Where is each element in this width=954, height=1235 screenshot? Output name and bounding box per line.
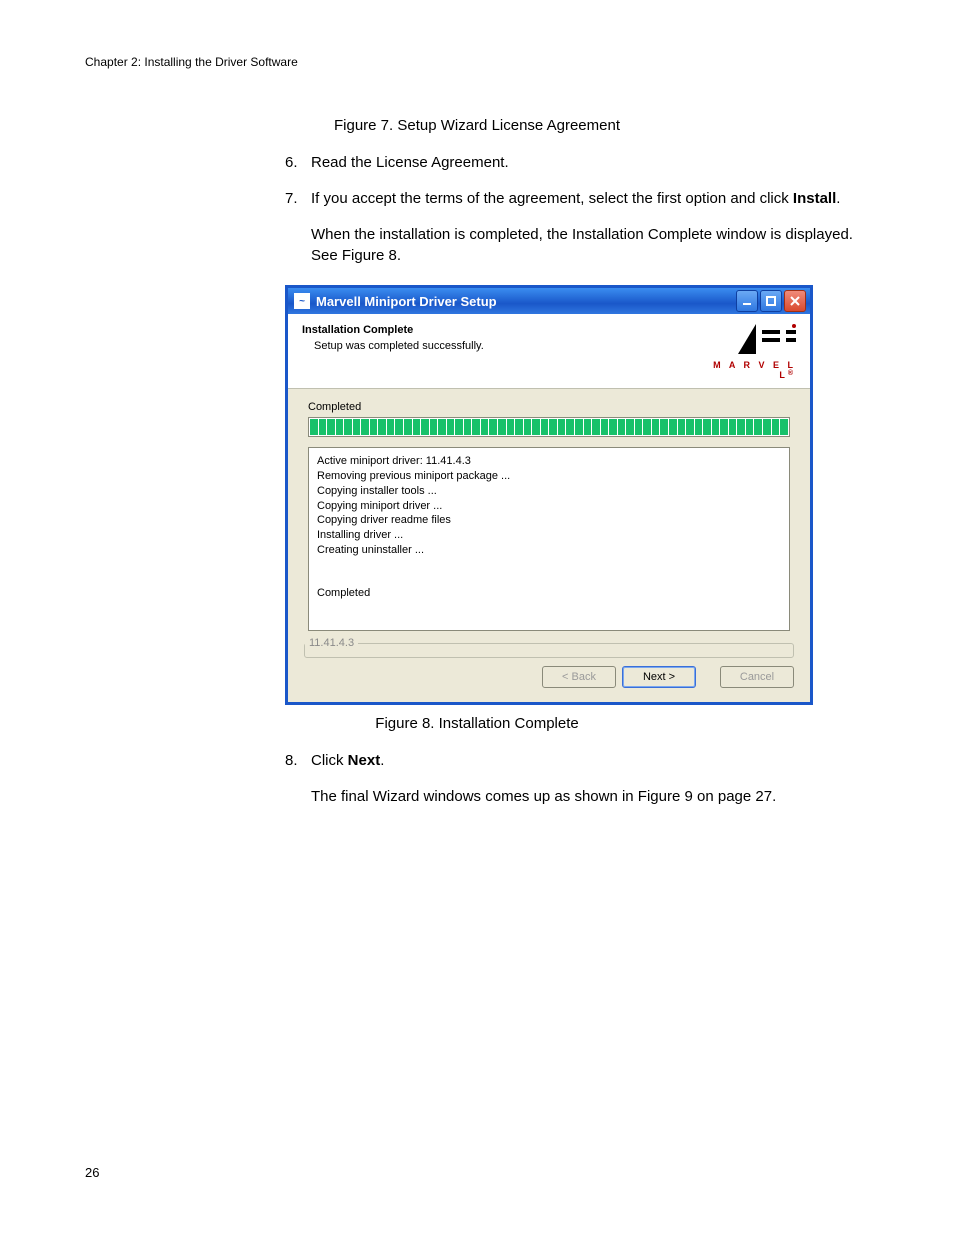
paragraph: The final Wizard windows comes up as sho…	[311, 786, 869, 808]
log-line: Active miniport driver: 11.41.4.3	[317, 454, 781, 469]
log-line: Completed	[317, 586, 781, 601]
version-label: 11.41.4.3	[305, 637, 358, 649]
figure8-caption: Figure 8. Installation Complete	[85, 715, 869, 732]
maximize-button[interactable]	[760, 290, 782, 312]
text: .	[836, 190, 840, 207]
text: If you accept the terms of the agreement…	[311, 190, 793, 207]
header-title: Installation Complete	[302, 324, 700, 336]
dialog-footer: 11.41.4.3 < Back Next > Cancel	[288, 635, 810, 702]
install-log: Active miniport driver: 11.41.4.3 Removi…	[308, 447, 790, 631]
titlebar: ~ Marvell Miniport Driver Setup	[288, 288, 810, 314]
text: Click	[311, 752, 348, 769]
bold-next: Next	[348, 752, 381, 769]
page-number: 26	[85, 1165, 99, 1180]
registered-icon: ®	[788, 370, 796, 377]
dialog-body: Completed Active miniport driver: 11.41.…	[288, 389, 810, 635]
version-group: 11.41.4.3	[304, 637, 794, 658]
step-7: 7. If you accept the terms of the agreem…	[285, 188, 869, 210]
header-subtitle: Setup was completed successfully.	[302, 340, 700, 352]
cancel-button[interactable]: Cancel	[720, 666, 794, 688]
marvell-logo: M A R V E L L®	[700, 324, 796, 380]
paragraph: When the installation is completed, the …	[311, 224, 869, 268]
figure7-caption: Figure 7. Setup Wizard License Agreement	[85, 117, 869, 134]
step-number: 7.	[285, 188, 311, 210]
back-button[interactable]: < Back	[542, 666, 616, 688]
window-title: Marvell Miniport Driver Setup	[316, 294, 497, 309]
text: .	[380, 752, 384, 769]
app-icon: ~	[294, 293, 310, 309]
close-button[interactable]	[784, 290, 806, 312]
step-8: 8. Click Next.	[285, 750, 869, 772]
minimize-button[interactable]	[736, 290, 758, 312]
step-text: Read the License Agreement.	[311, 152, 869, 174]
step-number: 8.	[285, 750, 311, 772]
step-text: If you accept the terms of the agreement…	[311, 188, 869, 210]
bold-install: Install	[793, 190, 836, 207]
step-text: Click Next.	[311, 750, 869, 772]
log-line: Copying miniport driver ...	[317, 499, 781, 514]
dialog-header: Installation Complete Setup was complete…	[288, 314, 810, 389]
brand-text: M A R V E L L	[713, 360, 796, 380]
log-line: Copying driver readme files	[317, 513, 781, 528]
step-6: 6. Read the License Agreement.	[285, 152, 869, 174]
running-header: Chapter 2: Installing the Driver Softwar…	[85, 55, 869, 69]
log-line: Creating uninstaller ...	[317, 543, 781, 558]
progress-bar	[308, 417, 790, 437]
log-line: Removing previous miniport package ...	[317, 469, 781, 484]
figure8-image: ~ Marvell Miniport Driver Setup Installa…	[285, 285, 813, 705]
status-label: Completed	[308, 401, 790, 413]
step-number: 6.	[285, 152, 311, 174]
log-line: Copying installer tools ...	[317, 484, 781, 499]
installer-dialog: ~ Marvell Miniport Driver Setup Installa…	[285, 285, 813, 705]
next-button[interactable]: Next >	[622, 666, 696, 688]
log-line: Installing driver ...	[317, 528, 781, 543]
